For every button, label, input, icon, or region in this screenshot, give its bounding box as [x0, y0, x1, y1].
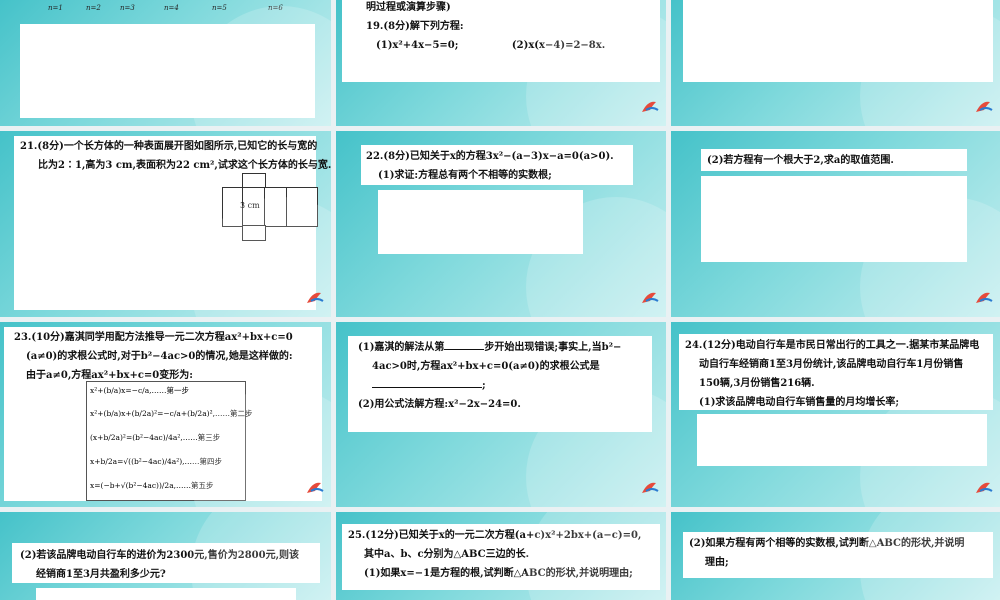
answer-box — [378, 190, 583, 254]
line: (1)求该品牌电动自行车销售量的月均增长率; — [699, 397, 900, 408]
q23-text: 23.(10分)嘉淇同学用配方法推导一元二次方程ax²+bx+c=0 (a≠0)… — [14, 328, 293, 385]
step-2: x²+(b/a)x+(b/2a)²=−c/a+(b/2a)²,……第二步 — [90, 409, 253, 418]
line: (2)如果方程有两个相等的实数根,试判断△ABC的形状,并说明 — [689, 538, 965, 549]
line: (2)若方程有一个根大于2,求a的取值范围. — [707, 155, 894, 166]
segment: ; — [482, 380, 486, 391]
line: 其中a、b、c分别为△ABC三边的长. — [364, 549, 530, 560]
line: 150辆,3月份销售216辆. — [699, 378, 815, 389]
line: (1)如果x=−1是方程的根,试判断△ABC的形状,并说明理由; — [364, 568, 633, 579]
line: (2)若该品牌电动自行车的进价为2300元,售价为2800元,则该 — [20, 550, 300, 561]
line: 22.(8分)已知关于x的方程3x²−(a−3)x−a=0(a>0). — [366, 151, 614, 162]
q25-2-text: (2)如果方程有两个相等的实数根,试判断△ABC的形状,并说明 理由; — [689, 534, 964, 572]
parrot-icon — [642, 292, 659, 303]
n-label: n=1 — [48, 4, 63, 12]
line: 动自行车经销商1至3月份统计,该品牌电动自行车1月份销售 — [699, 359, 964, 370]
step-4: x+b/2a=√((b²−4ac)/4a²),……第四步 — [90, 457, 223, 466]
parrot-icon — [976, 292, 993, 303]
n-label: n=2 — [86, 4, 101, 12]
line: 理由; — [705, 557, 729, 568]
answer-blank[interactable] — [444, 349, 485, 350]
segment: 步开始出现错误;事实上,当b²− — [484, 342, 622, 353]
line: 经销商1至3月共盈利多少元? — [36, 569, 166, 580]
derivation-steps: x²+(b/a)x=−c/a,……第一步 x²+(b/a)x+(b/2a)²=−… — [86, 381, 252, 501]
line: 21.(8分)一个长方体的一种表面展开图如图所示,已知它的长与宽的 — [20, 141, 318, 152]
slide-10: (2)若该品牌电动自行车的进价为2300元,售价为2800元,则该 经销商1至3… — [0, 512, 331, 600]
step-3: (x+b/2a)²=(b²−4ac)/4a²,……第三步 — [90, 433, 221, 442]
answer-box — [683, 0, 993, 82]
parrot-icon — [642, 482, 659, 493]
sub-questions: (1)x²+4x−5=0; (2)x(x−4)=2−8x. — [366, 36, 605, 55]
question-title: 19.(8分)解下列方程: — [366, 21, 464, 32]
parrot-icon — [642, 101, 659, 112]
segment: (1)嘉淇的解法从第 — [358, 342, 445, 353]
parrot-icon — [976, 101, 993, 112]
slide-12: (2)如果方程有两个相等的实数根,试判断△ABC的形状,并说明 理由; — [671, 512, 1000, 600]
answer-box — [20, 24, 315, 118]
parrot-icon — [976, 482, 993, 493]
parrot-icon — [307, 482, 324, 493]
answer-blank[interactable] — [372, 387, 482, 388]
q22-2-text: (2)若方程有一个根大于2,求a的取值范围. — [707, 151, 894, 170]
line: 24.(12分)电动自行车是市民日常出行的工具之一.据某市某品牌电 — [685, 340, 980, 351]
line: 25.(12分)已知关于x的一元二次方程(a+c)x²+2bx+(a−c)=0, — [348, 530, 642, 541]
q21-text: 21.(8分)一个长方体的一种表面展开图如图所示,已知它的长与宽的 比为2∶1,… — [20, 137, 331, 175]
q24-2-text: (2)若该品牌电动自行车的进价为2300元,售价为2800元,则该 经销商1至3… — [20, 546, 299, 584]
q25-text: 25.(12分)已知关于x的一元二次方程(a+c)x²+2bx+(a−c)=0,… — [348, 526, 641, 583]
q19-text: 明过程或演算步骤) 19.(8分)解下列方程: (1)x²+4x−5=0; (2… — [366, 0, 605, 55]
line: (1)嘉淇的解法从第 步开始出现错误;事实上,当b²− — [358, 338, 621, 357]
answer-box — [701, 176, 967, 262]
n-label: n=3 — [120, 4, 135, 12]
q23-parts-text: (1)嘉淇的解法从第 步开始出现错误;事实上,当b²− 4ac>0时,方程ax²+… — [358, 338, 621, 414]
line: 明过程或演算步骤) — [366, 2, 451, 13]
slide-8: (1)嘉淇的解法从第 步开始出现错误;事实上,当b²− 4ac>0时,方程ax²+… — [336, 322, 666, 507]
line: 4ac>0时,方程ax²+bx+c=0(a≠0)的求根公式是 — [372, 361, 600, 372]
line: (2)用公式法解方程:x²−2x−24=0. — [358, 399, 521, 410]
figure-strip: n=1 n=2 n=3 n=4 n=5 n=6 — [14, 0, 316, 20]
line: ; — [372, 376, 621, 395]
n-label: n=5 — [212, 4, 227, 12]
cuboid-net-figure: 3 cm — [222, 173, 318, 243]
slide-2: 明过程或演算步骤) 19.(8分)解下列方程: (1)x²+4x−5=0; (2… — [336, 0, 666, 126]
step-5: x=(−b+√(b²−4ac))/2a,……第五步 — [90, 481, 214, 490]
height-label: 3 cm — [240, 201, 260, 210]
slide-4: 21.(8分)一个长方体的一种表面展开图如图所示,已知它的长与宽的 比为2∶1,… — [0, 131, 331, 317]
step-1: x²+(b/a)x=−c/a,……第一步 — [90, 386, 190, 395]
q24-text: 24.(12分)电动自行车是市民日常出行的工具之一.据某市某品牌电 动自行车经销… — [685, 336, 979, 412]
slide-1: n=1 n=2 n=3 n=4 n=5 n=6 — [0, 0, 331, 126]
answer-box — [697, 414, 987, 466]
q19-part2: (2)x(x−4)=2−8x. — [511, 40, 606, 51]
slide-7: 23.(10分)嘉淇同学用配方法推导一元二次方程ax²+bx+c=0 (a≠0)… — [0, 322, 331, 507]
slide-9: 24.(12分)电动自行车是市民日常出行的工具之一.据某市某品牌电 动自行车经销… — [671, 322, 1000, 507]
q22-text: 22.(8分)已知关于x的方程3x²−(a−3)x−a=0(a>0). (1)求… — [366, 147, 614, 185]
slide-5: 22.(8分)已知关于x的方程3x²−(a−3)x−a=0(a>0). (1)求… — [336, 131, 666, 317]
n-label: n=6 — [268, 4, 283, 12]
q19-part1: (1)x²+4x−5=0; — [376, 40, 459, 51]
line: 23.(10分)嘉淇同学用配方法推导一元二次方程ax²+bx+c=0 — [14, 332, 293, 343]
n-label: n=4 — [164, 4, 179, 12]
parrot-icon — [307, 292, 324, 303]
line: (1)求证:方程总有两个不相等的实数根; — [378, 170, 552, 181]
slide-3 — [671, 0, 1000, 126]
slide-11: 25.(12分)已知关于x的一元二次方程(a+c)x²+2bx+(a−c)=0,… — [336, 512, 666, 600]
line: (a≠0)的求根公式时,对于b²−4ac>0的情况,她是这样做的: — [26, 351, 293, 362]
slide-6: (2)若方程有一个根大于2,求a的取值范围. — [671, 131, 1000, 317]
answer-box — [36, 588, 296, 600]
